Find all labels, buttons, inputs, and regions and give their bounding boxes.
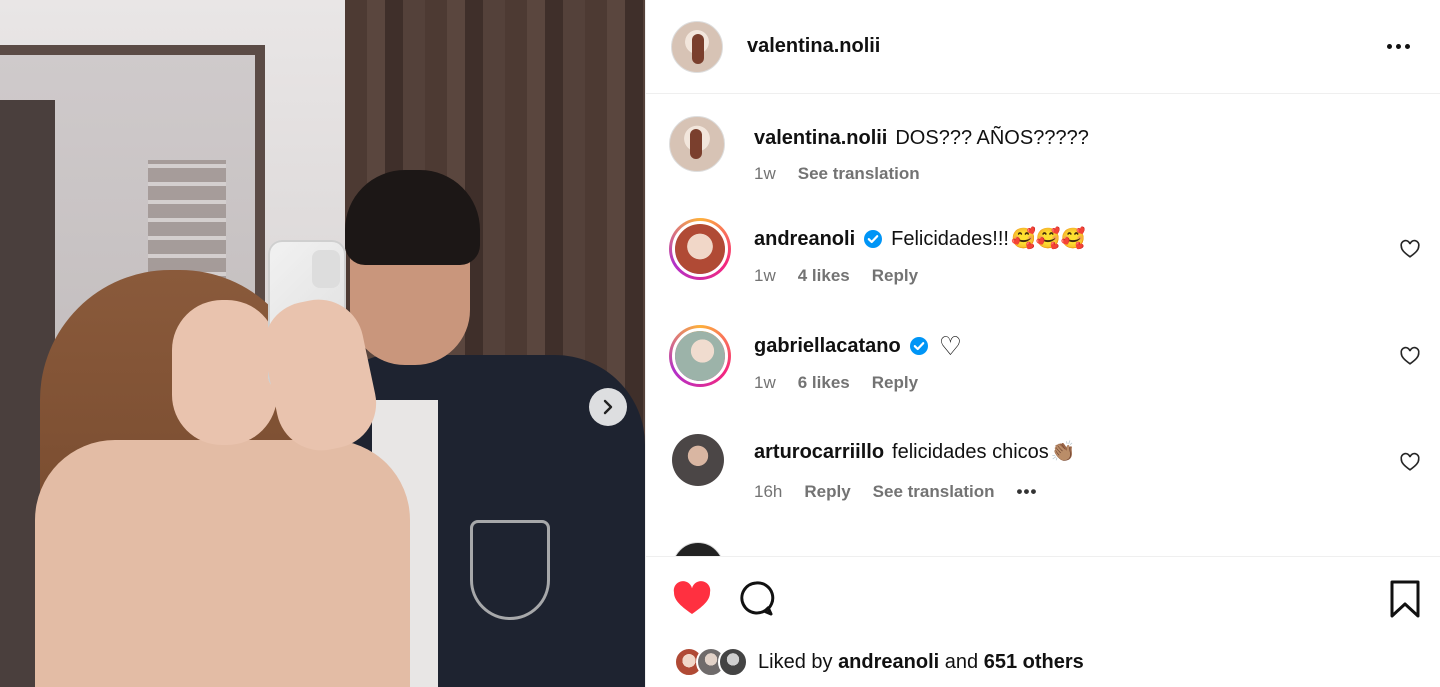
- heart-outline-icon[interactable]: [1399, 238, 1421, 260]
- liked-by-prefix: Liked by: [758, 650, 833, 673]
- more-icon-dot: [1404, 43, 1410, 49]
- liked-by-and: and: [944, 650, 979, 673]
- more-icon-dot: [1395, 43, 1401, 49]
- verified-icon: [909, 337, 928, 355]
- avatar: [675, 331, 725, 381]
- see-translation-link[interactable]: See translation: [873, 482, 995, 502]
- reply-button[interactable]: Reply: [872, 373, 918, 393]
- caption-avatar[interactable]: [669, 116, 725, 172]
- comment-emoji: 🥰🥰🥰: [1010, 228, 1086, 250]
- more-icon: [1386, 43, 1392, 49]
- comment-line: arturocarriillo felicidades chicos 👏🏽: [754, 439, 1076, 465]
- comments-list[interactable]: valentina.nolii DOS??? AÑOS????? 1w See …: [646, 94, 1440, 556]
- photo-boy-hair: [345, 170, 480, 265]
- bookmark-icon[interactable]: [1383, 577, 1427, 621]
- more-options-button[interactable]: [1383, 34, 1413, 58]
- heart-outline-icon[interactable]: [1399, 345, 1421, 367]
- comment-row: andreanoli Felicidades!!! 🥰🥰🥰 1w 4 likes…: [669, 218, 1429, 298]
- caption-meta: 1w See translation: [754, 164, 920, 184]
- comment-more-button[interactable]: •••: [1017, 482, 1038, 502]
- comment-meta: 1w 6 likes Reply: [754, 373, 918, 393]
- author-username[interactable]: valentina.nolii: [747, 35, 880, 58]
- heart-filled-icon[interactable]: [670, 577, 714, 621]
- comment-text: felicidades chicos: [892, 441, 1049, 463]
- comment-meta: 16h Reply See translation •••: [754, 482, 1037, 502]
- caption-username[interactable]: valentina.nolii: [754, 125, 887, 151]
- chevron-right-icon: [603, 399, 613, 415]
- avatar-ring-inner: [672, 328, 728, 384]
- comment-line: andreanoli Felicidades!!! 🥰🥰🥰: [754, 226, 1086, 252]
- avatar-ring-inner: [672, 221, 728, 277]
- liked-by-user[interactable]: andreanoli: [838, 651, 939, 674]
- likes-summary[interactable]: Liked by andreanoli and 651 others: [674, 647, 1084, 677]
- comment-time[interactable]: 1w: [754, 373, 776, 393]
- comment-meta: 1w 4 likes Reply: [754, 266, 918, 286]
- caption-row: valentina.nolii DOS??? AÑOS????? 1w See …: [669, 116, 1429, 186]
- comment-text: Felicidades!!!: [891, 228, 1009, 250]
- caption-text: DOS??? AÑOS?????: [895, 127, 1089, 149]
- reply-button[interactable]: Reply: [804, 482, 850, 502]
- comment-avatar[interactable]: [672, 542, 724, 556]
- comment-likes[interactable]: 6 likes: [798, 373, 850, 393]
- next-photo-button[interactable]: [589, 388, 627, 426]
- photo-girl-face: [172, 300, 277, 445]
- comment-avatar[interactable]: [672, 434, 724, 486]
- post-photo[interactable]: [0, 0, 645, 687]
- caption-time[interactable]: 1w: [754, 164, 776, 184]
- liked-by-others[interactable]: 651 others: [984, 651, 1084, 674]
- liker-avatar: [718, 647, 748, 677]
- photo-girl-body: [35, 440, 410, 687]
- caption-line: valentina.nolii DOS??? AÑOS?????: [754, 125, 1089, 151]
- post-actions-footer: Liked by andreanoli and 651 others: [646, 556, 1440, 687]
- comment-row-partial: [669, 542, 1429, 556]
- comment-emoji: 👏🏽: [1050, 441, 1076, 463]
- author-avatar[interactable]: [671, 20, 723, 73]
- comment-emoji: ♡: [938, 331, 963, 361]
- comment-time[interactable]: 16h: [754, 482, 782, 502]
- comment-username[interactable]: andreanoli: [754, 226, 855, 252]
- photo-phone-camera: [312, 250, 340, 288]
- comment-username[interactable]: gabriellacatano: [754, 333, 901, 359]
- avatar: [675, 224, 725, 274]
- liker-avatars: [674, 647, 748, 677]
- comment-row: arturocarriillo felicidades chicos 👏🏽 16…: [669, 434, 1429, 514]
- comment-avatar[interactable]: [669, 325, 731, 387]
- post-header: valentina.nolii: [646, 0, 1440, 94]
- comment-line: gabriellacatano ♡: [754, 333, 962, 359]
- heart-outline-icon[interactable]: [1399, 451, 1421, 473]
- comment-icon[interactable]: [734, 577, 778, 621]
- comment-time[interactable]: 1w: [754, 266, 776, 286]
- comment-row: gabriellacatano ♡ 1w 6 likes Reply: [669, 325, 1429, 405]
- comment-avatar[interactable]: [669, 218, 731, 280]
- instagram-post-view: valentina.nolii valentina.nolii DOS??? A…: [0, 0, 1440, 687]
- comment-username[interactable]: arturocarriillo: [754, 439, 884, 465]
- reply-button[interactable]: Reply: [872, 266, 918, 286]
- see-translation-link[interactable]: See translation: [798, 164, 920, 184]
- verified-icon: [864, 230, 883, 248]
- photo-jacket-patch: [470, 520, 550, 620]
- comment-likes[interactable]: 4 likes: [798, 266, 850, 286]
- post-side-panel: valentina.nolii valentina.nolii DOS??? A…: [645, 0, 1440, 687]
